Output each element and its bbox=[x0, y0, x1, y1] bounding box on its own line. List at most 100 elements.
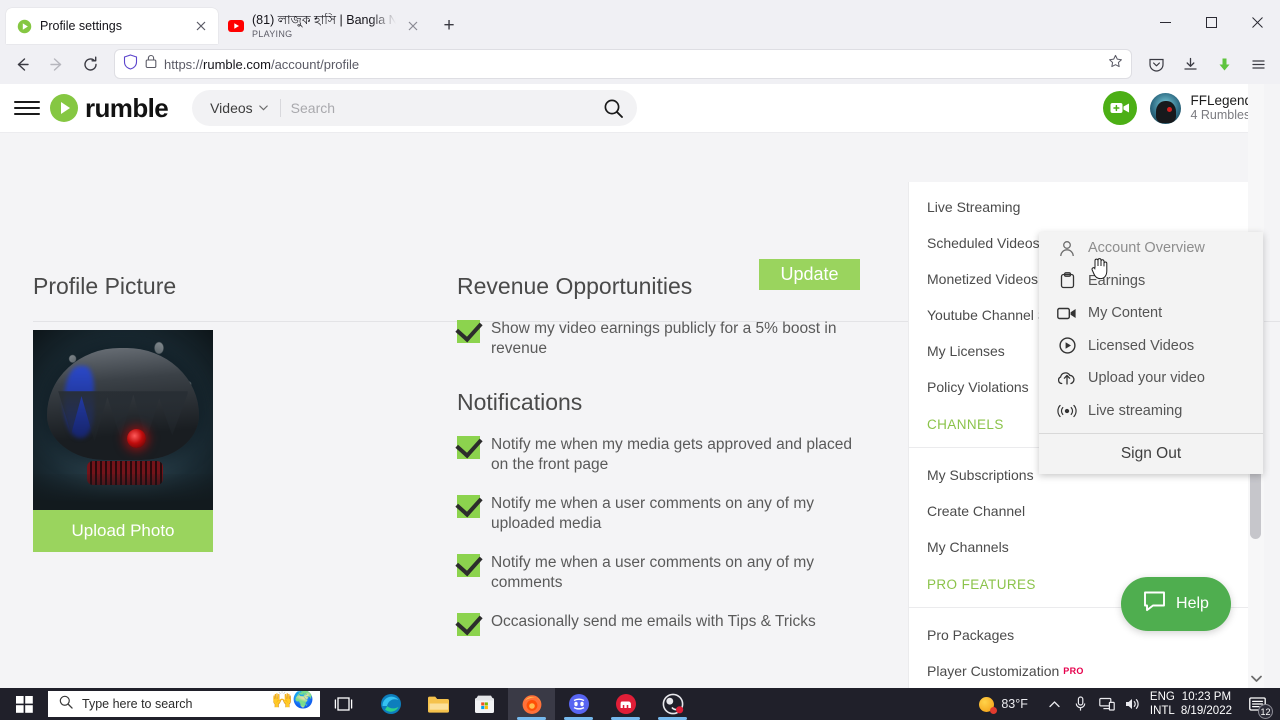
search-icon[interactable] bbox=[597, 92, 629, 124]
upload-photo-button[interactable]: Upload Photo bbox=[33, 510, 213, 552]
checkbox-checked-icon[interactable] bbox=[457, 554, 480, 577]
menu-icon[interactable] bbox=[14, 98, 40, 118]
close-window-button[interactable] bbox=[1234, 0, 1280, 44]
rumble-logo[interactable]: rumble bbox=[50, 93, 169, 124]
menu-item-account-overview[interactable]: Account Overview bbox=[1039, 232, 1263, 265]
checkbox-row-notify-comments-comments[interactable]: Notify me when a user comments on any of… bbox=[457, 553, 867, 593]
tab-playing-status: PLAYING bbox=[252, 28, 293, 39]
menu-item-earnings[interactable]: Earnings bbox=[1039, 265, 1263, 298]
microphone-icon[interactable] bbox=[1068, 688, 1094, 720]
notification-count-badge: 12 bbox=[1258, 704, 1273, 719]
app-menu-icon[interactable] bbox=[1242, 48, 1274, 80]
person-icon bbox=[1057, 238, 1077, 258]
windows-taskbar: Type here to search 🙌🌍 83°F ENG INTL 10:… bbox=[0, 688, 1280, 720]
checkbox-checked-icon[interactable] bbox=[457, 495, 480, 518]
task-view-icon[interactable] bbox=[320, 688, 367, 720]
window-controls bbox=[1142, 0, 1280, 44]
checkbox-label: Notify me when my media gets approved an… bbox=[491, 436, 853, 473]
menu-item-label: Licensed Videos bbox=[1088, 337, 1195, 354]
action-center-icon[interactable]: 12 bbox=[1240, 688, 1274, 720]
sidebar-item-my-channels[interactable]: My Channels bbox=[909, 529, 1248, 565]
sign-out-button[interactable]: Sign Out bbox=[1039, 434, 1263, 474]
help-label: Help bbox=[1176, 595, 1209, 612]
system-tray: 83°F ENG INTL 10:23 PM 8/19/2022 12 bbox=[979, 688, 1280, 720]
download-arrow-icon[interactable] bbox=[1208, 48, 1240, 80]
forward-icon[interactable] bbox=[40, 48, 72, 80]
weather-temperature: 83°F bbox=[1001, 697, 1028, 711]
menu-item-my-content[interactable]: My Content bbox=[1039, 297, 1263, 330]
microsoft-store-icon[interactable] bbox=[461, 688, 508, 720]
checkbox-checked-icon[interactable] bbox=[457, 320, 480, 343]
language-indicator[interactable]: ENG INTL bbox=[1150, 690, 1175, 718]
header-right-group: FFLegend 4 Rumbles bbox=[1103, 91, 1252, 125]
user-menu-trigger[interactable]: FFLegend 4 Rumbles bbox=[1150, 92, 1252, 124]
taskbar-search-box[interactable]: Type here to search 🙌🌍 bbox=[48, 691, 320, 717]
discord-icon[interactable] bbox=[555, 688, 602, 720]
url-bar[interactable]: https://rumble.com/account/profile bbox=[114, 49, 1132, 79]
checkbox-row-notify-approved[interactable]: Notify me when my media gets approved an… bbox=[457, 435, 867, 475]
sidebar-item-live-streaming[interactable]: Live Streaming bbox=[909, 189, 1248, 225]
tab-title: Profile settings bbox=[40, 18, 122, 33]
clock-time: 10:23 PM bbox=[1181, 691, 1232, 703]
rumble-app-icon[interactable] bbox=[602, 688, 649, 720]
avatar-body bbox=[33, 474, 213, 510]
rumble-icon bbox=[16, 18, 32, 34]
chat-bubble-icon bbox=[1143, 591, 1166, 617]
shield-icon[interactable] bbox=[123, 53, 138, 75]
menu-item-label: My Content bbox=[1088, 305, 1163, 322]
chevron-down-icon[interactable] bbox=[258, 103, 268, 114]
weather-widget[interactable]: 83°F bbox=[979, 696, 1028, 714]
video-camera-icon bbox=[1057, 303, 1077, 323]
checkbox-checked-icon[interactable] bbox=[457, 613, 480, 636]
browser-tab-youtube[interactable]: (81) লাজুক হাসি | Bangla New So PLAYING bbox=[218, 8, 430, 44]
checkbox-row-tips-tricks[interactable]: Occasionally send me emails with Tips & … bbox=[457, 612, 867, 636]
microsoft-edge-icon[interactable] bbox=[367, 688, 414, 720]
search-bar[interactable]: Videos Search bbox=[192, 90, 638, 126]
file-explorer-icon[interactable] bbox=[414, 688, 461, 720]
checkbox-label: Notify me when a user comments on any of… bbox=[491, 554, 815, 591]
pocket-icon[interactable] bbox=[1140, 48, 1172, 80]
menu-item-licensed-videos[interactable]: Licensed Videos bbox=[1039, 330, 1263, 363]
navigation-toolbar: https://rumble.com/account/profile bbox=[0, 44, 1280, 84]
new-tab-button[interactable]: + bbox=[434, 11, 464, 41]
close-icon[interactable] bbox=[404, 17, 422, 35]
avatar[interactable] bbox=[1150, 92, 1182, 124]
menu-item-upload-your-video[interactable]: Upload your video bbox=[1039, 362, 1263, 395]
help-button[interactable]: Help bbox=[1121, 577, 1231, 631]
search-input[interactable]: Search bbox=[291, 100, 591, 116]
minimize-button[interactable] bbox=[1142, 0, 1188, 44]
browser-tab-profile-settings[interactable]: Profile settings bbox=[6, 8, 218, 44]
network-icon[interactable] bbox=[1094, 688, 1120, 720]
close-icon[interactable] bbox=[192, 17, 210, 35]
upload-video-icon[interactable] bbox=[1103, 91, 1138, 125]
sidebar-item-create-channel[interactable]: Create Channel bbox=[909, 493, 1248, 529]
sidebar-item-player-customization[interactable]: Player Customization PRO bbox=[909, 653, 1248, 688]
volume-icon[interactable] bbox=[1120, 688, 1146, 720]
play-circle-icon bbox=[1057, 336, 1077, 356]
youtube-icon bbox=[228, 18, 244, 34]
scroll-down-icon[interactable] bbox=[1248, 675, 1264, 686]
sidebar-item-label: Pro Packages bbox=[927, 627, 1015, 643]
show-hidden-icons-chevron-up-icon[interactable] bbox=[1042, 688, 1068, 720]
upload-cloud-icon bbox=[1057, 368, 1077, 388]
search-category-label[interactable]: Videos bbox=[210, 100, 253, 116]
user-name: FFLegend bbox=[1190, 93, 1252, 108]
reload-icon[interactable] bbox=[74, 48, 106, 80]
bookmark-star-icon[interactable] bbox=[1108, 54, 1123, 74]
start-button[interactable] bbox=[0, 688, 48, 720]
profile-picture-title: Profile Picture bbox=[33, 273, 177, 299]
rumble-play-icon bbox=[50, 94, 78, 122]
checkbox-row-revenue[interactable]: Show my video earnings publicly for a 5%… bbox=[457, 319, 867, 359]
search-illustration-icon: 🙌🌍 bbox=[271, 691, 314, 709]
tab-strip: Profile settings (81) লাজুক হাসি | Bangl… bbox=[0, 0, 1280, 44]
firefox-icon[interactable] bbox=[508, 688, 555, 720]
downloads-icon[interactable] bbox=[1174, 48, 1206, 80]
obs-studio-icon[interactable] bbox=[649, 688, 696, 720]
clock[interactable]: 10:23 PM 8/19/2022 bbox=[1181, 690, 1232, 718]
checkbox-row-notify-comments-media[interactable]: Notify me when a user comments on any of… bbox=[457, 494, 867, 534]
maximize-button[interactable] bbox=[1188, 0, 1234, 44]
checkbox-label: Occasionally send me emails with Tips & … bbox=[491, 613, 816, 630]
back-icon[interactable] bbox=[6, 48, 38, 80]
checkbox-checked-icon[interactable] bbox=[457, 436, 480, 459]
menu-item-live-streaming[interactable]: Live streaming bbox=[1039, 395, 1263, 428]
